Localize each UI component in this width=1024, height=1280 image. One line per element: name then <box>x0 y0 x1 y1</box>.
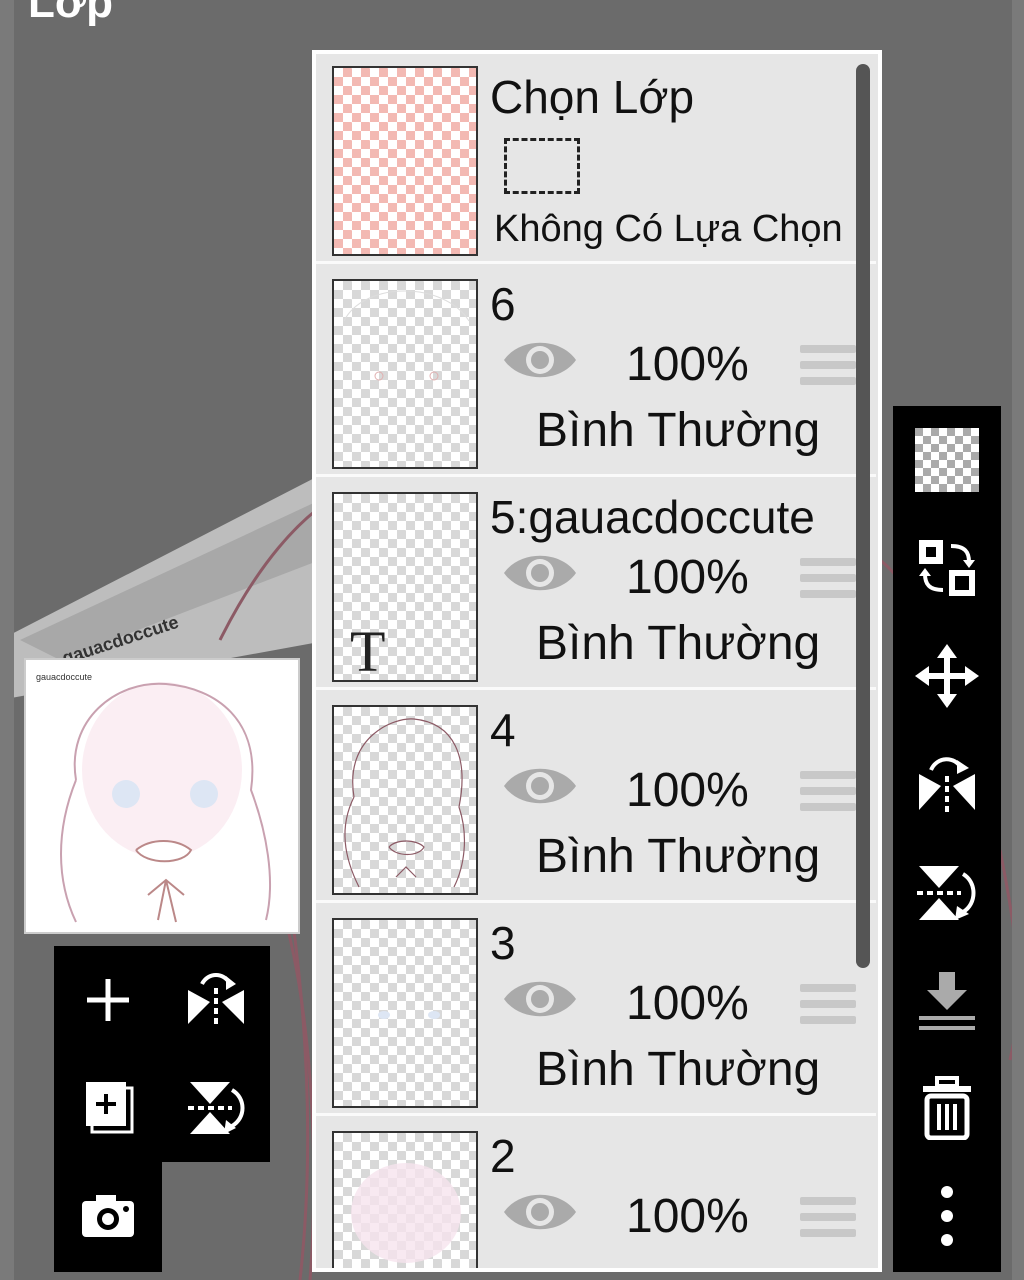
selection-status: Không Có Lựa Chọn <box>494 208 843 250</box>
preview-illustration: gauacdoccute <box>26 660 298 932</box>
layer-panel: Chọn Lớp Không Có Lựa Chọn 6 100% Bình T… <box>312 50 882 1272</box>
more-icon <box>941 1186 953 1246</box>
flip-layer-vertical-button[interactable] <box>162 1054 270 1162</box>
flip-vertical-icon <box>917 866 976 920</box>
swap-layers-icon <box>919 540 975 596</box>
trash-icon <box>923 1076 971 1140</box>
layer-actions-toolbar-lower <box>54 1162 162 1272</box>
layer-opacity[interactable]: 100% <box>626 550 749 605</box>
visibility-eye-icon[interactable] <box>502 974 578 1024</box>
flip-vertical-icon <box>188 1082 245 1134</box>
flip-layer-horizontal-button[interactable] <box>162 946 270 1054</box>
drag-handle-icon[interactable] <box>800 558 856 602</box>
layer-row[interactable]: 2 100% <box>316 1119 876 1268</box>
camera-button[interactable] <box>54 1162 162 1270</box>
layer-thumbnail <box>332 705 478 895</box>
canvas-preview[interactable]: gauacdoccute <box>24 658 300 934</box>
layer-thumbnail: T <box>332 492 478 682</box>
layer-opacity[interactable]: 100% <box>626 1189 749 1244</box>
selection-thumbnail <box>332 66 478 256</box>
svg-text:gauacdoccute: gauacdoccute <box>36 672 92 682</box>
move-icon <box>915 644 979 708</box>
merge-down-icon <box>919 972 975 1030</box>
visibility-eye-icon[interactable] <box>502 335 578 385</box>
visibility-eye-icon[interactable] <box>502 761 578 811</box>
layer-name[interactable]: 6 <box>490 277 516 331</box>
layer-name[interactable]: 2 <box>490 1129 516 1183</box>
layer-list-scrollbar[interactable] <box>856 64 870 968</box>
selection-marquee-icon <box>504 138 580 194</box>
layer-row[interactable]: T 5:gauacdoccute 100% Bình Thường <box>316 480 876 690</box>
layer-row[interactable]: 4 100% Bình Thường <box>316 693 876 903</box>
layer-name[interactable]: 3 <box>490 916 516 970</box>
drag-handle-icon[interactable] <box>800 1197 856 1241</box>
add-layer-icon <box>87 979 129 1021</box>
duplicate-layer-icon <box>86 1082 134 1134</box>
flip-horizontal-button[interactable] <box>893 730 1001 838</box>
visibility-eye-icon[interactable] <box>502 548 578 598</box>
left-edge-band <box>0 0 14 1280</box>
camera-icon <box>82 1195 134 1237</box>
duplicate-layer-button[interactable] <box>54 1054 162 1162</box>
layer-opacity[interactable]: 100% <box>626 763 749 818</box>
right-edge-band <box>1012 0 1024 1280</box>
layer-blend-mode[interactable]: Bình Thường <box>536 829 820 884</box>
layer-opacity[interactable]: 100% <box>626 976 749 1031</box>
layer-tools-toolbar <box>893 406 1001 1272</box>
layer-name[interactable]: 5:gauacdoccute <box>490 490 815 544</box>
layer-thumbnail <box>332 1131 478 1268</box>
drag-handle-icon[interactable] <box>800 345 856 389</box>
swap-layers-button[interactable] <box>893 514 1001 622</box>
layer-row[interactable]: 6 100% Bình Thường <box>316 267 876 477</box>
text-layer-icon: T <box>350 619 386 682</box>
move-layer-button[interactable] <box>893 622 1001 730</box>
layer-blend-mode[interactable]: Bình Thường <box>536 403 820 458</box>
transparency-button[interactable] <box>893 406 1001 514</box>
selection-layer-row[interactable]: Chọn Lớp Không Có Lựa Chọn <box>316 54 876 264</box>
layer-blend-mode[interactable]: Bình Thường <box>536 616 820 671</box>
add-layer-button[interactable] <box>54 946 162 1054</box>
layer-actions-toolbar <box>54 946 270 1162</box>
layer-thumbnail <box>332 279 478 469</box>
merge-down-button[interactable] <box>893 946 1001 1054</box>
flip-vertical-button[interactable] <box>893 838 1001 946</box>
more-options-button[interactable] <box>893 1162 1001 1270</box>
drag-handle-icon[interactable] <box>800 771 856 815</box>
layer-name[interactable]: 4 <box>490 703 516 757</box>
flip-horizontal-icon <box>188 973 244 1028</box>
transparency-icon <box>915 428 979 492</box>
visibility-eye-icon[interactable] <box>502 1187 578 1237</box>
screen-title: Lớp <box>28 0 114 27</box>
layer-list[interactable]: Chọn Lớp Không Có Lựa Chọn 6 100% Bình T… <box>316 54 878 1268</box>
delete-layer-button[interactable] <box>893 1054 1001 1162</box>
flip-horizontal-icon <box>919 757 975 812</box>
layer-row[interactable]: 3 100% Bình Thường <box>316 906 876 1116</box>
layer-blend-mode[interactable]: Bình Thường <box>536 1042 820 1097</box>
selection-title: Chọn Lớp <box>490 71 695 123</box>
drag-handle-icon[interactable] <box>800 984 856 1028</box>
layer-opacity[interactable]: 100% <box>626 337 749 392</box>
layer-thumbnail <box>332 918 478 1108</box>
